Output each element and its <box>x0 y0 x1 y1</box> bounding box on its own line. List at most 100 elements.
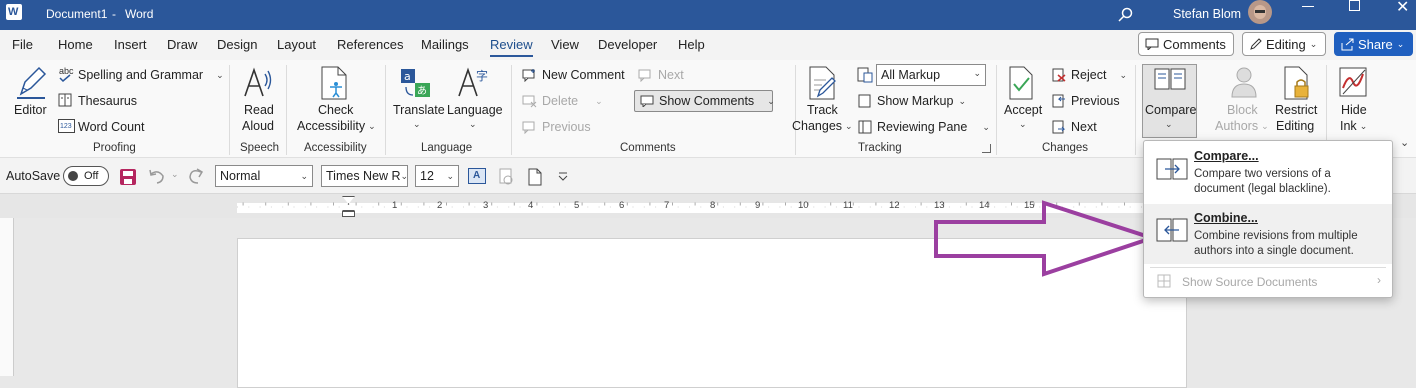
tab-home[interactable]: Home <box>58 37 93 52</box>
tab-file[interactable]: File <box>12 37 33 52</box>
previous-comment-button[interactable]: Previous <box>522 120 591 134</box>
check-accessibility-button[interactable]: Accessibility ⌄ <box>297 118 376 134</box>
translate-icon: aあ <box>400 67 432 99</box>
block-authors-button[interactable]: Authors ⌄ <box>1215 118 1269 134</box>
dialog-launcher-icon[interactable] <box>982 144 991 153</box>
chevron-down-icon: ⌄ <box>216 69 224 80</box>
previous-comment-icon <box>522 120 537 134</box>
delete-comment-button[interactable]: Delete ⌄ <box>522 94 603 108</box>
hide-ink-label-2: Ink <box>1340 119 1357 133</box>
accept-label[interactable]: Accept <box>1004 102 1042 118</box>
translate-label[interactable]: Translate <box>393 102 445 118</box>
chevron-down-icon[interactable]: ⌄ <box>413 119 421 130</box>
track-changes-label-1[interactable]: Track <box>807 102 838 118</box>
word-count-button[interactable]: Word Count <box>78 120 144 134</box>
word-icon[interactable]: W <box>6 4 22 20</box>
share-button[interactable]: Share ⌄ <box>1334 32 1413 56</box>
ruler-number: 3 <box>483 200 489 211</box>
compare-documents-icon <box>1156 156 1188 186</box>
avatar[interactable] <box>1248 0 1272 24</box>
reject-button[interactable]: Reject ⌄ <box>1052 68 1127 82</box>
editing-mode-button[interactable]: Editing ⌄ <box>1242 32 1326 56</box>
undo-icon[interactable] <box>148 168 166 184</box>
language-label[interactable]: Language <box>447 102 503 118</box>
check-accessibility-label-1[interactable]: Check <box>318 102 353 118</box>
chevron-down-icon: ⌄ <box>1261 121 1269 131</box>
autosave-toggle[interactable]: Off <box>63 166 109 186</box>
show-markup-button[interactable]: Show Markup ⌄ <box>858 94 966 108</box>
format-painter-icon[interactable] <box>498 168 514 186</box>
block-authors-icon <box>1230 67 1258 99</box>
new-comment-icon <box>522 68 537 82</box>
next-change-button[interactable]: Next <box>1052 120 1097 134</box>
show-markup-icon <box>858 94 872 108</box>
tab-references[interactable]: References <box>337 37 403 52</box>
document-title: Document1 <box>46 7 108 21</box>
show-comments-label: Show Comments <box>659 94 755 108</box>
reviewing-pane-button[interactable]: Reviewing Pane ⌄ <box>858 120 990 134</box>
show-source-documents-item[interactable]: Show Source Documents <box>1182 275 1317 289</box>
new-comment-button[interactable]: New Comment <box>522 68 625 82</box>
tab-help[interactable]: Help <box>678 37 705 52</box>
text-box-icon[interactable]: A <box>468 168 486 184</box>
language-icon: 字 <box>458 66 488 98</box>
tab-layout[interactable]: Layout <box>277 37 316 52</box>
tab-view[interactable]: View <box>551 37 579 52</box>
block-authors-label-2: Authors <box>1215 119 1259 133</box>
next-comment-button[interactable]: Next <box>638 68 684 82</box>
tab-draw[interactable]: Draw <box>167 37 197 52</box>
font-select[interactable]: Times New R ⌄ <box>321 165 408 187</box>
group-label-accessibility: Accessibility <box>304 142 367 154</box>
next-comment-icon <box>638 68 653 82</box>
hide-ink-button[interactable]: Ink ⌄ <box>1340 118 1367 134</box>
close-icon[interactable]: ✕ <box>1396 0 1409 17</box>
ruler-number: 5 <box>574 200 580 211</box>
read-aloud-icon <box>243 66 273 98</box>
tab-insert[interactable]: Insert <box>114 37 147 52</box>
tab-mailings[interactable]: Mailings <box>421 37 469 52</box>
font-size-select[interactable]: 12 ⌄ <box>415 165 459 187</box>
restrict-editing-label-2[interactable]: Editing <box>1276 118 1314 134</box>
editor-button[interactable]: Editor <box>14 102 47 118</box>
comments-button[interactable]: Comments <box>1138 32 1234 56</box>
style-select[interactable]: Normal ⌄ <box>215 165 313 187</box>
save-icon[interactable] <box>120 169 136 185</box>
chevron-down-icon: ⌄ <box>1309 38 1318 49</box>
chevron-down-icon[interactable]: ⌄ <box>171 169 179 180</box>
search-icon[interactable] <box>1118 7 1134 23</box>
reviewing-pane-label: Reviewing Pane <box>877 120 968 134</box>
chevron-down-icon[interactable]: ⌄ <box>1019 119 1027 130</box>
tab-design[interactable]: Design <box>217 37 257 52</box>
ruler-number: 6 <box>619 200 625 211</box>
read-aloud-label-2[interactable]: Aloud <box>242 118 274 134</box>
minimize-icon[interactable] <box>1302 6 1314 7</box>
redo-icon[interactable] <box>187 168 205 184</box>
check-accessibility-icon <box>320 66 350 100</box>
collapse-ribbon-icon[interactable]: ⌄ <box>1400 136 1409 149</box>
restrict-editing-label-1[interactable]: Restrict <box>1275 102 1317 118</box>
read-aloud-label-1[interactable]: Read <box>244 102 274 118</box>
hide-ink-label-1[interactable]: Hide <box>1341 102 1367 118</box>
font-size-value: 12 <box>420 169 434 183</box>
maximize-icon[interactable] <box>1349 0 1360 11</box>
customize-toolbar-icon[interactable] <box>558 172 568 182</box>
delete-comment-label: Delete <box>542 94 579 108</box>
user-name[interactable]: Stefan Blom <box>1173 7 1241 21</box>
tab-review[interactable]: Review <box>490 37 533 57</box>
reject-label: Reject <box>1071 68 1107 82</box>
spelling-grammar-button[interactable]: Spelling and Grammar ⌄ <box>78 68 224 82</box>
markup-display-select[interactable]: All Markup ⌄ <box>876 64 986 86</box>
previous-comment-label: Previous <box>542 120 591 134</box>
editor-icon <box>15 66 47 100</box>
left-indent-marker[interactable] <box>342 211 355 217</box>
tab-developer[interactable]: Developer <box>598 37 657 52</box>
previous-change-button[interactable]: Previous <box>1052 94 1120 108</box>
share-icon <box>1341 38 1354 51</box>
chevron-down-icon: ⌄ <box>1396 38 1405 49</box>
block-authors-label-1[interactable]: Block <box>1227 102 1258 118</box>
thesaurus-button[interactable]: Thesaurus <box>78 94 137 108</box>
ruler-number: 10 <box>798 200 809 211</box>
track-changes-button[interactable]: Changes ⌄ <box>792 118 853 134</box>
chevron-down-icon[interactable]: ⌄ <box>469 119 477 130</box>
new-document-icon[interactable] <box>528 168 542 186</box>
